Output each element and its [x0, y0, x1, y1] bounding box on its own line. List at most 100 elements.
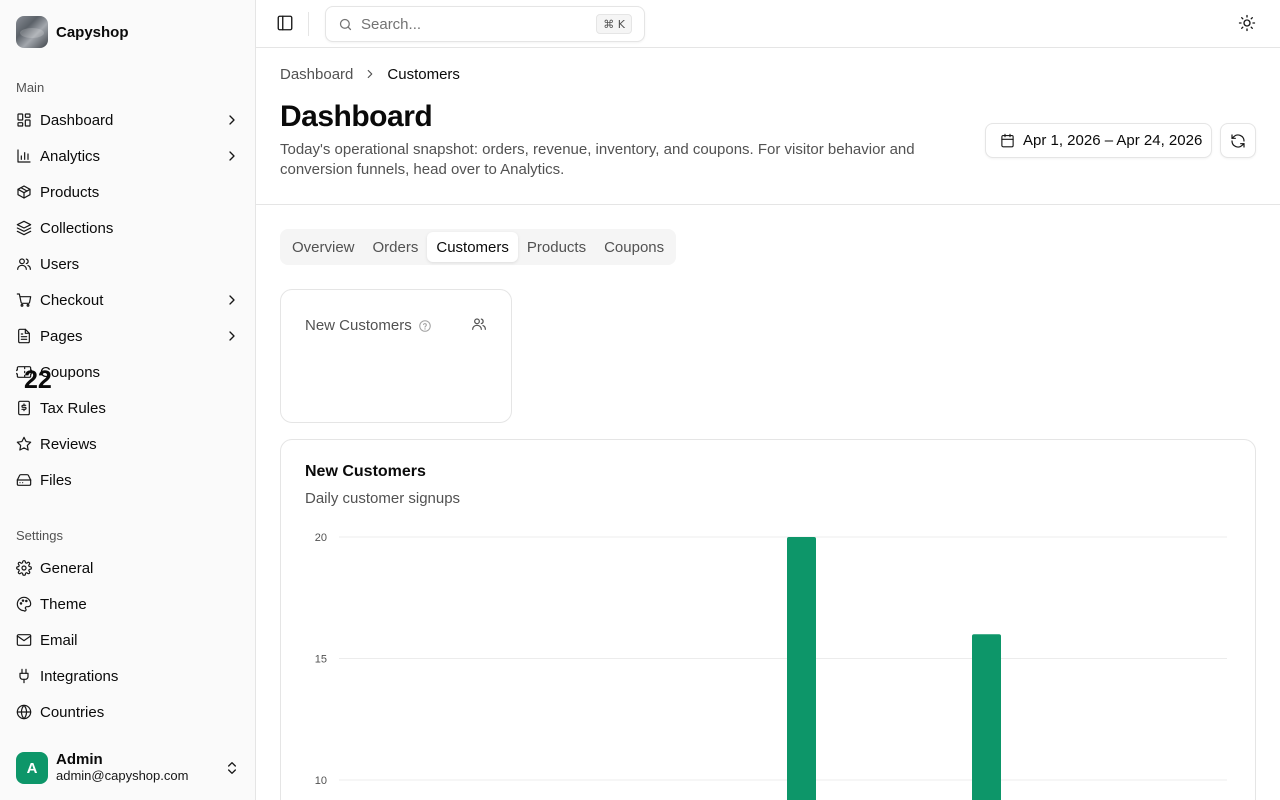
- receipt-icon: [18, 400, 30, 416]
- settings-nav: General Theme Email Integrations Countries: [8, 550, 248, 730]
- stat-label-row: New Customers: [305, 317, 432, 334]
- sidebar-item-collections[interactable]: Collections: [8, 210, 248, 246]
- chevrons-up-down-icon: [228, 762, 236, 774]
- sidebar-item-label: Countries: [40, 703, 105, 721]
- sidebar-item-dashboard[interactable]: Dashboard: [8, 102, 248, 138]
- date-range-button[interactable]: Apr 1, 2026 – Apr 24, 2026: [985, 123, 1212, 158]
- package-icon: [17, 185, 31, 199]
- cart-icon: [16, 293, 32, 307]
- y-tick-label: 20: [315, 532, 327, 544]
- sun-icon: [1238, 14, 1256, 32]
- sidebar-item-label: General: [40, 559, 94, 577]
- panel-left-icon: [277, 15, 293, 31]
- sidebar-item-label: Theme: [40, 595, 87, 613]
- header-divider: [308, 12, 309, 36]
- sidebar-item-theme[interactable]: Theme: [8, 586, 248, 622]
- sidebar-item-pages[interactable]: Pages: [8, 318, 248, 354]
- chart-bar[interactable]: [787, 537, 816, 800]
- sidebar-item-label: Checkout: [40, 291, 104, 309]
- sidebar-item-label: Email: [40, 631, 78, 649]
- sidebar-item-label: Files: [40, 471, 72, 489]
- search-shortcut: ⌘ K: [596, 14, 632, 34]
- bar-chart: 20 15 10: [315, 532, 1227, 800]
- chevron-right-icon: [368, 69, 373, 79]
- sidebar-item-reviews[interactable]: Reviews: [8, 426, 248, 462]
- chevron-right-icon: [229, 151, 235, 161]
- users-icon: [472, 318, 486, 330]
- sidebar-item-tax-rules[interactable]: Tax Rules: [8, 390, 248, 426]
- sidebar-item-checkout[interactable]: Checkout: [8, 282, 248, 318]
- breadcrumb-dashboard-link[interactable]: Dashboard: [280, 66, 353, 83]
- header-separator: [256, 204, 1280, 205]
- avatar: A: [16, 752, 48, 784]
- breadcrumb: Dashboard Customers: [280, 64, 460, 84]
- chevron-right-icon: [229, 331, 235, 341]
- plug-icon: [19, 668, 29, 684]
- search-icon: [339, 18, 352, 30]
- sidebar-item-users[interactable]: Users: [8, 246, 248, 282]
- sidebar-item-label: Users: [40, 255, 80, 273]
- stat-card-new-customers: New Customers: [280, 289, 512, 423]
- tab-products[interactable]: Products: [518, 232, 595, 262]
- sidebar-item-label: Integrations: [40, 667, 119, 685]
- sidebar-item-countries[interactable]: Countries: [8, 694, 248, 730]
- mail-icon: [16, 634, 32, 646]
- page-description: Today's operational snapshot: orders, re…: [280, 141, 915, 178]
- tab-customers[interactable]: Customers: [427, 232, 518, 262]
- sidebar-item-label: Tax Rules: [40, 399, 106, 417]
- sidebar-item-integrations[interactable]: Integrations: [8, 658, 248, 694]
- sidebar-item-products[interactable]: Products: [8, 174, 248, 210]
- sidebar-item-general[interactable]: General: [8, 550, 248, 586]
- gear-icon: [16, 560, 32, 576]
- user-email: admin@capyshop.com: [56, 768, 189, 783]
- tab-overview[interactable]: Overview: [283, 232, 364, 262]
- star-icon: [16, 436, 32, 451]
- y-tick-label: 10: [315, 775, 327, 787]
- sidebar-item-label: Reviews: [40, 435, 97, 453]
- dashboard-tabs: Overview Orders Customers Products Coupons: [280, 229, 677, 265]
- user-name: Admin: [56, 751, 103, 768]
- theme-toggle-button[interactable]: [1238, 14, 1258, 34]
- sidebar-item-analytics[interactable]: Analytics: [8, 138, 248, 174]
- brand-name: Capyshop: [56, 23, 129, 41]
- user-menu[interactable]: A Admin admin@capyshop.com: [16, 752, 240, 784]
- brand[interactable]: Capyshop: [16, 16, 129, 48]
- palette-icon: [16, 596, 32, 612]
- topbar: ⌘ K: [256, 0, 1280, 48]
- sidebar-item-label: Pages: [40, 327, 83, 345]
- chevron-right-icon: [229, 115, 235, 125]
- chart-card: New Customers Daily customer signups 20 1…: [280, 439, 1256, 800]
- refresh-button[interactable]: [1220, 123, 1256, 158]
- sidebar-item-label: Products: [40, 183, 100, 201]
- tab-coupons[interactable]: Coupons: [595, 232, 673, 262]
- search-input[interactable]: [361, 15, 591, 33]
- sidebar-item-files[interactable]: Files: [8, 462, 248, 498]
- date-range-label: Apr 1, 2026 – Apr 24, 2026: [1023, 132, 1203, 149]
- bar-chart-icon: [17, 149, 31, 163]
- main-nav: Dashboard Analytics Products Collections Use…: [8, 102, 248, 498]
- sidebar-item-label: Collections: [40, 219, 114, 237]
- search-box[interactable]: ⌘ K: [325, 6, 645, 42]
- dashboard-icon: [17, 113, 31, 127]
- file-icon: [18, 328, 30, 344]
- chart-bar[interactable]: [972, 634, 1001, 800]
- group-label-settings: Settings: [16, 528, 63, 543]
- breadcrumb-current: Customers: [387, 65, 460, 83]
- sidebar-item-label: Analytics: [40, 147, 101, 165]
- globe-icon: [16, 704, 32, 720]
- layers-icon: [16, 220, 32, 236]
- brand-logo: [16, 16, 48, 48]
- calendar-icon: [1001, 133, 1014, 148]
- sidebar-item-email[interactable]: Email: [8, 622, 248, 658]
- refresh-icon: [1231, 133, 1245, 148]
- help-circle-icon[interactable]: [418, 319, 432, 333]
- hard-drive-icon: [16, 474, 32, 486]
- y-tick-label: 15: [315, 654, 327, 666]
- page-title: Dashboard: [280, 100, 433, 133]
- stat-value: 22: [24, 366, 52, 394]
- sidebar-toggle-button[interactable]: [276, 14, 296, 34]
- sidebar-item-label: Dashboard: [40, 111, 114, 129]
- tab-orders[interactable]: Orders: [364, 232, 428, 262]
- sidebar: Capyshop Main Dashboard Analytics Products…: [0, 0, 256, 800]
- stat-label: New Customers: [305, 317, 412, 334]
